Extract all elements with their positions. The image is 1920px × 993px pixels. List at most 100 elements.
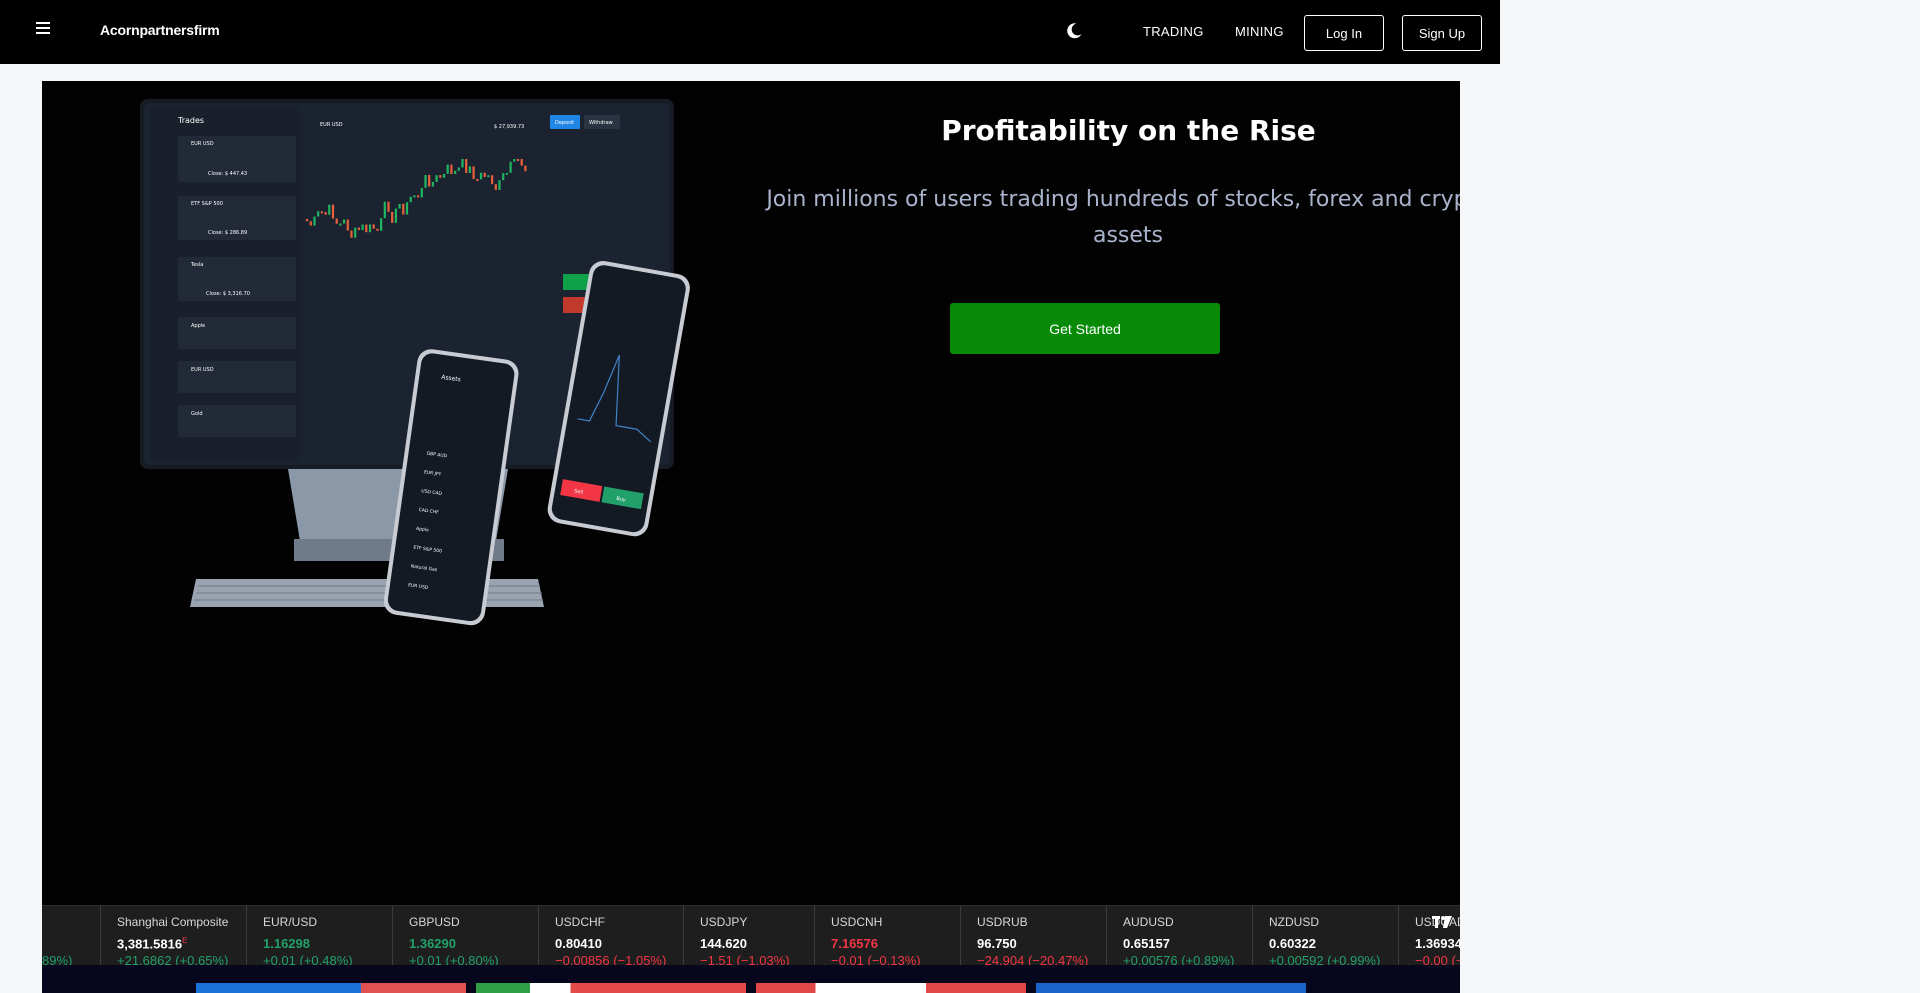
candle xyxy=(479,172,483,180)
ticker-price-value: 0.65157 xyxy=(1123,936,1170,951)
banner-flag xyxy=(196,983,361,993)
moon-icon[interactable] xyxy=(1064,21,1084,41)
candle xyxy=(331,204,335,219)
hero-title: Profitability on the Rise xyxy=(941,114,1316,147)
ticker-item[interactable]: NZDUSD 0.60322 +0.00592 (+0.99%) xyxy=(1252,906,1380,965)
signup-button[interactable]: Sign Up xyxy=(1402,15,1482,51)
candle xyxy=(365,224,368,233)
candle xyxy=(516,159,520,161)
candle xyxy=(428,174,431,187)
candle xyxy=(442,173,446,178)
nav-link-mining[interactable]: MINING xyxy=(1235,24,1284,39)
ticker-price: 0.80410 xyxy=(555,936,602,951)
ticker-item[interactable]: AUDUSD 0.65157 +0.00576 (+0.89%) xyxy=(1106,906,1234,965)
ticker-price-value: 1.36290 xyxy=(409,936,456,951)
ticker-item[interactable]: USDCHF 0.80410 −0.00856 (−1.05%) xyxy=(538,906,666,965)
trade-close: Close: $ 3,316.70 xyxy=(206,291,250,297)
ticker-price: 1.16298 xyxy=(263,936,310,951)
ticker-lead-change: 89%) xyxy=(42,953,73,965)
ticker-symbol: USDCNH xyxy=(831,915,883,929)
ticker-symbol: NZDUSD xyxy=(1269,915,1319,929)
ticker-change: −0.01 (−0.13%) xyxy=(831,953,921,965)
candle xyxy=(439,175,442,178)
ticker-change: +0.01 (+0.80%) xyxy=(409,953,499,965)
candle xyxy=(387,201,390,212)
hamburger-menu-icon[interactable] xyxy=(36,22,50,34)
candle xyxy=(368,224,372,233)
candle xyxy=(417,195,420,198)
candle xyxy=(405,202,409,215)
candle xyxy=(472,166,475,180)
candle xyxy=(465,159,468,173)
candle xyxy=(394,208,397,223)
ticker-item[interactable]: EUR/USD 1.16298 +0.01 (+0.48%) xyxy=(246,906,353,965)
ticker-price-value: 7.16576 xyxy=(831,936,878,951)
candle xyxy=(487,175,490,178)
candle xyxy=(354,227,357,238)
candle xyxy=(498,180,501,190)
ticker-price-value: 0.80410 xyxy=(555,936,602,951)
brand-name[interactable]: Acornpartnersfirm xyxy=(100,22,220,38)
candle xyxy=(476,179,479,182)
desktop-panel-title: Trades xyxy=(177,116,204,125)
candle xyxy=(424,174,427,188)
trade-close: Close: $ 447.43 xyxy=(208,171,247,177)
candle xyxy=(524,165,527,172)
ticker-price: 0.65157 xyxy=(1123,936,1170,951)
candle xyxy=(409,196,412,203)
ticker-item[interactable]: USDRUB 96.750 −24.904 (−20.47%) xyxy=(960,906,1088,965)
candle xyxy=(450,164,453,175)
ticker-change: −0.00 (−0. xyxy=(1415,953,1460,965)
banner-flag xyxy=(1036,983,1306,993)
get-started-button[interactable]: Get Started xyxy=(950,303,1220,354)
nav-link-trading[interactable]: TRADING xyxy=(1143,24,1204,39)
ticker-item[interactable]: GBPUSD 1.36290 +0.01 (+0.80%) xyxy=(392,906,499,965)
candle xyxy=(461,159,464,168)
candle xyxy=(339,223,342,226)
candle xyxy=(446,164,449,174)
ticker-price: 7.16576 xyxy=(831,936,878,951)
trade-name: ETF S&P 500 xyxy=(191,201,223,207)
candle xyxy=(376,228,379,231)
market-ticker-tape[interactable]: 89%) Shanghai Composite 3,381.5816E +21.68… xyxy=(42,905,1460,965)
ticker-price-value: 1.36934 xyxy=(1415,936,1460,951)
banner-flag xyxy=(361,983,466,993)
candle xyxy=(335,218,338,224)
ticker-symbol: USDJPY xyxy=(700,915,748,929)
ticker-item[interactable]: USDJPY 144.620 −1.51 (−1.03%) xyxy=(683,906,790,965)
ticker-symbol: AUDUSD xyxy=(1123,915,1174,929)
candle xyxy=(505,172,508,175)
ticker-change: +21.6862 (+0.65%) xyxy=(117,953,229,965)
deposit-label: Deposit xyxy=(555,120,574,126)
ticker-price-value: 96.750 xyxy=(977,936,1017,951)
trade-name: Apple xyxy=(191,323,205,329)
tradingview-logo-icon[interactable] xyxy=(1432,916,1452,930)
candle xyxy=(483,172,486,177)
ticker-price: 144.620 xyxy=(700,936,747,951)
trade-name: Gold xyxy=(191,411,203,417)
bottom-banner-strip xyxy=(42,965,1460,993)
candle xyxy=(309,221,312,226)
desktop-pair: EUR USD xyxy=(320,122,343,128)
ticker-item[interactable]: USDCAD1.36934−0.00 (−0. xyxy=(1398,906,1460,965)
ticker-change: −1.51 (−1.03%) xyxy=(700,953,790,965)
withdraw-label: Withdraw xyxy=(589,120,613,126)
banner-flag xyxy=(756,983,1026,993)
ticker-price: 3,381.5816E xyxy=(117,936,187,951)
candle xyxy=(491,175,494,185)
candle xyxy=(468,166,471,173)
candle xyxy=(435,175,438,182)
candle xyxy=(402,203,405,215)
ticker-item[interactable]: USDCNH 7.16576 −0.01 (−0.13%) xyxy=(814,906,921,965)
candle xyxy=(431,181,434,187)
candle xyxy=(454,170,457,175)
login-button[interactable]: Log In xyxy=(1304,15,1384,51)
ticker-price: 0.60322 xyxy=(1269,936,1316,951)
candle xyxy=(350,230,353,238)
trade-close: Close: $ 286.89 xyxy=(208,230,247,236)
candle xyxy=(494,184,497,190)
ticker-item[interactable]: Shanghai Composite 3,381.5816E +21.6862 (+… xyxy=(100,906,228,965)
ticker-price-value: 1.16298 xyxy=(263,936,310,951)
candle xyxy=(509,161,512,173)
candle xyxy=(317,211,320,217)
